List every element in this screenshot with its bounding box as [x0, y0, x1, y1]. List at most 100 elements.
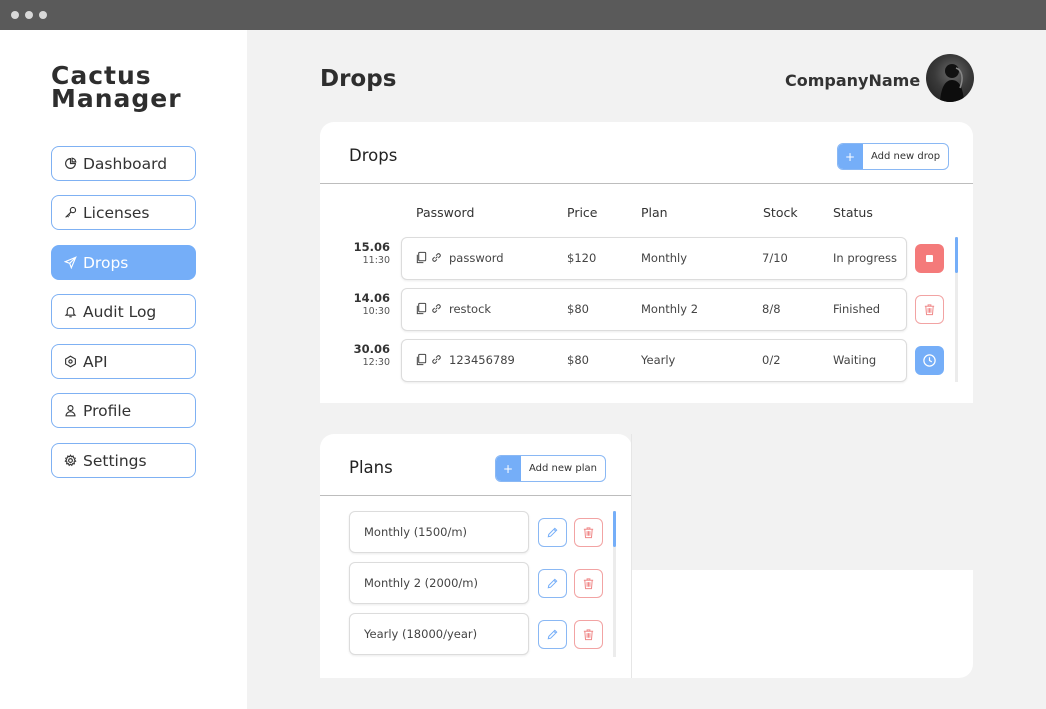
drops-card-title: Drops [349, 146, 398, 165]
window-close-dot[interactable] [11, 11, 19, 19]
plan-item-label: Monthly 2 (2000/m) [364, 576, 478, 590]
trash-icon [583, 578, 594, 590]
column-header-password: Password [416, 205, 475, 220]
drop-date-time: 10:30 [362, 306, 390, 317]
plan-item-label: Yearly (18000/year) [364, 627, 478, 641]
edit-plan-button[interactable] [538, 569, 567, 598]
drop-date: 15.06 11:30 [346, 240, 390, 267]
drop-date-day: 14.06 [353, 291, 390, 305]
column-header-stock: Stock [763, 205, 798, 220]
sidebar-item-dashboard[interactable]: Dashboard [51, 146, 196, 181]
sidebar-item-label: API [83, 352, 108, 371]
brand-logo: Cactus Manager [51, 63, 182, 113]
plan-item[interactable]: Monthly 2 (2000/m) [349, 562, 529, 604]
avatar[interactable] [926, 54, 974, 102]
delete-plan-button[interactable] [574, 569, 603, 598]
add-new-drop-button[interactable]: + Add new drop [837, 143, 950, 170]
drop-stock: 8/8 [762, 302, 781, 316]
sidebar-item-label: Settings [83, 451, 147, 470]
drops-scrollbar[interactable] [955, 237, 958, 382]
drop-price: $80 [567, 353, 589, 367]
drop-date-time: 11:30 [362, 255, 390, 266]
sidebar-item-label: Profile [83, 401, 132, 420]
pencil-icon [547, 578, 558, 589]
drop-plan: Monthly [641, 251, 688, 265]
copy-icon[interactable] [415, 302, 428, 315]
api-icon [62, 354, 78, 370]
sidebar-item-drops[interactable]: Drops [51, 245, 196, 280]
sidebar-item-licenses[interactable]: Licenses [51, 195, 196, 230]
clock-icon [923, 354, 936, 367]
plans-scrollbar-thumb[interactable] [613, 511, 616, 547]
plans-card-divider [320, 495, 632, 496]
drop-price: $80 [567, 302, 589, 316]
sidebar-item-label: Audit Log [83, 302, 157, 321]
drop-date: 14.06 10:30 [346, 291, 390, 318]
main-content: Drops CompanyName Drops + Add new drop P… [247, 30, 1046, 709]
sidebar-item-settings[interactable]: Settings [51, 443, 196, 478]
brand-line2: Manager [51, 84, 182, 113]
table-row[interactable]: restock $80 Monthly 2 8/8 Finished [401, 288, 907, 331]
delete-plan-button[interactable] [574, 620, 603, 649]
plan-item[interactable]: Monthly (1500/m) [349, 511, 529, 553]
drops-scrollbar-thumb[interactable] [955, 237, 958, 273]
window-titlebar [0, 0, 1046, 30]
link-icon[interactable] [430, 251, 443, 264]
drop-stock: 0/2 [762, 353, 781, 367]
link-icon[interactable] [430, 353, 443, 366]
plans-card-title: Plans [349, 458, 393, 477]
plus-icon: + [838, 144, 863, 169]
drop-plan: Yearly [641, 353, 676, 367]
edit-plan-button[interactable] [538, 620, 567, 649]
bell-icon [62, 304, 78, 320]
sidebar: Cactus Manager Dashboard Licenses Drops … [0, 30, 247, 709]
column-header-status: Status [833, 205, 873, 220]
delete-plan-button[interactable] [574, 518, 603, 547]
copy-icon[interactable] [415, 353, 428, 366]
add-new-plan-button[interactable]: + Add new plan [495, 455, 606, 482]
plan-item-label: Monthly (1500/m) [364, 525, 468, 539]
drop-price: $120 [567, 251, 597, 265]
drop-password: password [449, 251, 504, 265]
plans-card: Plans + Add new plan Monthly (1500/m) Mo… [320, 434, 632, 678]
page-title: Drops [320, 66, 397, 92]
plus-icon: + [495, 456, 521, 481]
delete-drop-button[interactable] [915, 295, 944, 324]
send-icon [62, 255, 78, 271]
drop-plan: Monthly 2 [641, 302, 699, 316]
plans-scrollbar[interactable] [613, 511, 616, 657]
window-minimize-dot[interactable] [25, 11, 33, 19]
plan-item[interactable]: Yearly (18000/year) [349, 613, 529, 655]
trash-icon [924, 304, 935, 316]
drop-status: Waiting [833, 353, 877, 367]
drop-status: Finished [833, 302, 881, 316]
pie-chart-icon [62, 156, 78, 172]
add-new-plan-label: Add new plan [529, 463, 597, 474]
drops-card: Drops + Add new drop Password Price Plan… [320, 122, 973, 403]
sidebar-item-label: Drops [83, 253, 129, 272]
add-new-drop-label: Add new drop [871, 151, 941, 162]
table-row[interactable]: password $120 Monthly 7/10 In progress [401, 237, 907, 280]
sidebar-item-audit-log[interactable]: Audit Log [51, 294, 196, 329]
pencil-icon [547, 629, 558, 640]
drop-date-time: 12:30 [362, 357, 390, 368]
window-maximize-dot[interactable] [39, 11, 47, 19]
copy-icon[interactable] [415, 251, 428, 264]
table-row[interactable]: 123456789 $80 Yearly 0/2 Waiting [401, 339, 907, 382]
sidebar-item-profile[interactable]: Profile [51, 393, 196, 428]
plans-panel-divider [631, 434, 632, 678]
drop-stock: 7/10 [762, 251, 788, 265]
user-icon [62, 403, 78, 419]
column-header-plan: Plan [641, 205, 668, 220]
link-icon[interactable] [430, 302, 443, 315]
drop-date-day: 30.06 [353, 342, 390, 356]
drop-status: In progress [833, 251, 897, 265]
drop-password: restock [449, 302, 492, 316]
trash-icon [583, 527, 594, 539]
scheduled-drop-button[interactable] [915, 346, 944, 375]
drop-date-day: 15.06 [353, 240, 390, 254]
edit-plan-button[interactable] [538, 518, 567, 547]
trash-icon [583, 629, 594, 641]
sidebar-item-api[interactable]: API [51, 344, 196, 379]
stop-drop-button[interactable] [915, 244, 944, 273]
